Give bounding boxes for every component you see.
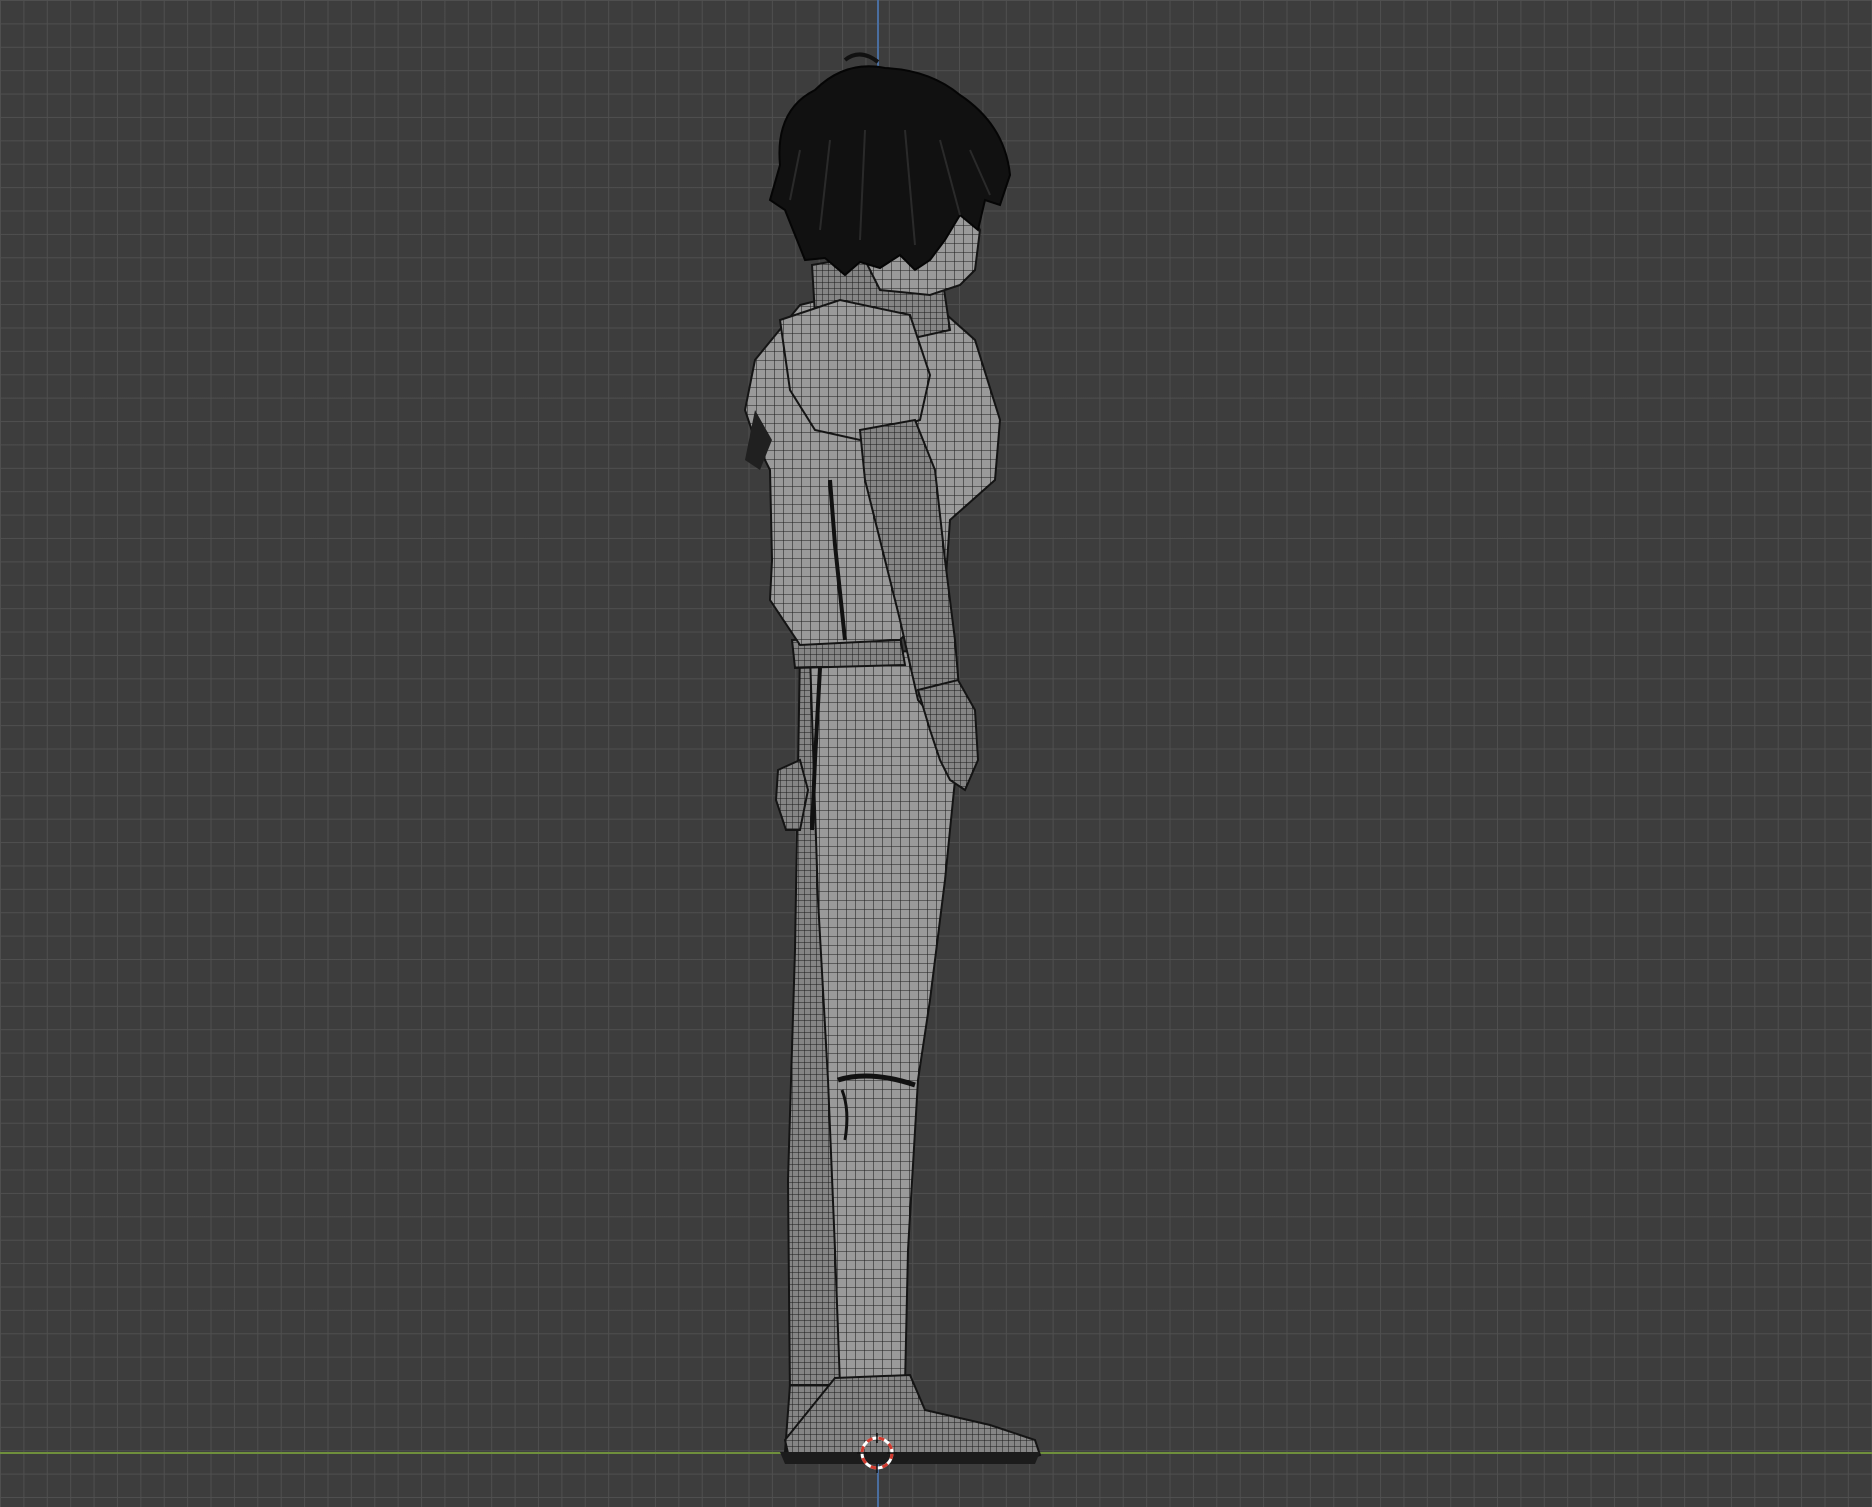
3d-viewport[interactable] [0, 0, 1872, 1507]
character-model[interactable] [0, 0, 1872, 1507]
3d-cursor-icon[interactable] [857, 1433, 897, 1473]
